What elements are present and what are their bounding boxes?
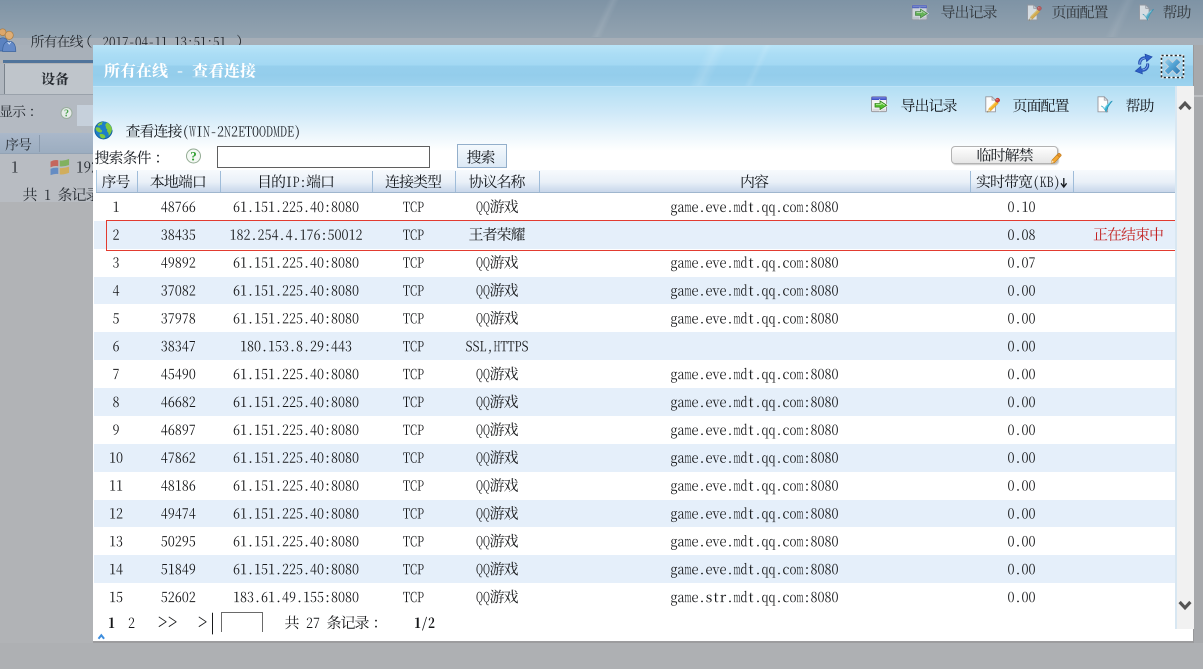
svg-text:?: ? [190, 149, 197, 164]
svg-text:?: ? [64, 109, 69, 120]
